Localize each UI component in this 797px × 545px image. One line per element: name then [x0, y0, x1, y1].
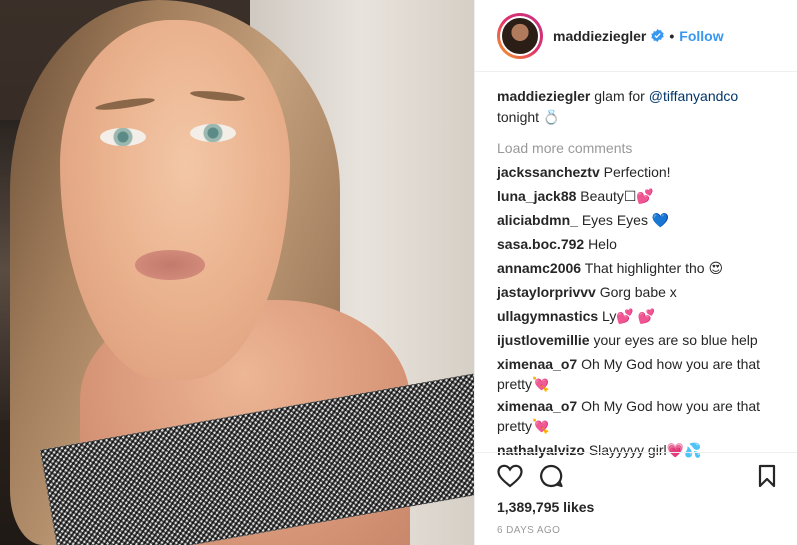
- caption-mention[interactable]: @tiffanyandco: [649, 88, 738, 104]
- comment-row: luna_jack88 Beauty☐💕: [497, 184, 797, 208]
- caption-text-end: tonight 💍: [497, 109, 561, 125]
- comment-text: Helo: [588, 236, 617, 252]
- avatar[interactable]: [497, 12, 543, 59]
- username[interactable]: maddieziegler: [553, 28, 646, 44]
- likes-count[interactable]: 1,389,795 likes: [497, 499, 776, 515]
- comment-username[interactable]: ximenaa_o7: [497, 398, 577, 414]
- comment-row: aliciabdmn_ Eyes Eyes 💙: [497, 208, 797, 232]
- comment-text: Beauty☐💕: [580, 188, 654, 204]
- comment-username[interactable]: luna_jack88: [497, 188, 576, 204]
- comment-row: annamc2006 That highlighter tho 😍: [497, 256, 797, 280]
- separator-dot: •: [669, 27, 675, 44]
- post-actions: 1,389,795 likes 6 DAYS AGO: [475, 452, 797, 545]
- comment-text: your eyes are so blue help: [593, 332, 758, 348]
- comment-icon[interactable]: [539, 464, 563, 488]
- comment-username[interactable]: ullagymnastics: [497, 308, 598, 324]
- bookmark-icon[interactable]: [758, 464, 776, 488]
- comment-row: sasa.boc.792 Helo: [497, 232, 797, 256]
- comment-text: That highlighter tho 😍: [584, 260, 724, 276]
- comment-username[interactable]: annamc2006: [497, 260, 581, 276]
- comment-text: Perfection!: [603, 164, 671, 180]
- comment-row: jastaylorprivvv Gorg babe x: [497, 280, 797, 304]
- comment-username[interactable]: ximenaa_o7: [497, 356, 577, 372]
- comment-row: ullagymnastics Ly💕 💕: [497, 304, 797, 328]
- instagram-post: maddieziegler • Follow maddieziegler gla…: [0, 0, 797, 545]
- post-photo[interactable]: [0, 0, 474, 545]
- caption-text: glam for: [594, 88, 645, 104]
- action-icons: [497, 463, 776, 489]
- comment-row: ijustlovemillie your eyes are so blue he…: [497, 328, 797, 352]
- load-more-comments[interactable]: Load more comments: [497, 136, 797, 160]
- comment-row: jackssancheztv Perfection!: [497, 160, 797, 184]
- verified-badge-icon: [651, 29, 665, 42]
- comment-row: ximenaa_o7 Oh My God how you are that pr…: [497, 354, 797, 394]
- post-header: maddieziegler • Follow: [475, 0, 797, 72]
- post-timestamp[interactable]: 6 DAYS AGO: [497, 525, 776, 536]
- comment-username[interactable]: jastaylorprivvv: [497, 284, 596, 300]
- comment-username[interactable]: ijustlovemillie: [497, 332, 590, 348]
- comment-text: Ly💕 💕: [602, 308, 656, 324]
- caption: maddieziegler glam for @tiffanyandco ton…: [497, 86, 797, 128]
- caption-username[interactable]: maddieziegler: [497, 88, 590, 104]
- follow-button[interactable]: Follow: [679, 28, 723, 44]
- post-sidebar: maddieziegler • Follow maddieziegler gla…: [474, 0, 797, 545]
- comments-section: maddieziegler glam for @tiffanyandco ton…: [475, 72, 797, 462]
- comment-row: ximenaa_o7 Oh My God how you are that pr…: [497, 396, 797, 436]
- heart-icon[interactable]: [497, 464, 523, 488]
- comment-text: Gorg babe x: [599, 284, 677, 300]
- comment-text: Eyes Eyes 💙: [581, 212, 670, 228]
- comment-username[interactable]: jackssancheztv: [497, 164, 600, 180]
- comment-username[interactable]: sasa.boc.792: [497, 236, 584, 252]
- comment-username[interactable]: aliciabdmn_: [497, 212, 578, 228]
